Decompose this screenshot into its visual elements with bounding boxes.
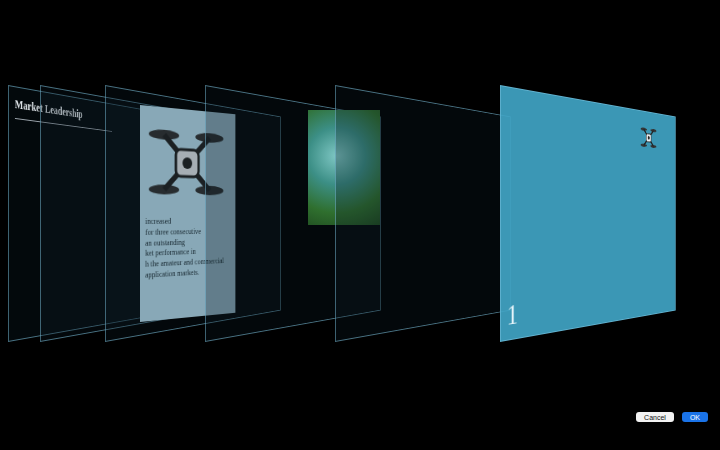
slide-number: 1 bbox=[507, 297, 518, 332]
drone-image bbox=[640, 122, 657, 156]
layer-stage: Market Leadership1increasedfor three con… bbox=[0, 0, 720, 412]
drone-icon bbox=[640, 122, 657, 153]
slide-panel[interactable]: 1 bbox=[500, 85, 676, 342]
ok-button[interactable]: OK bbox=[682, 412, 708, 422]
cancel-button[interactable]: Cancel bbox=[636, 412, 674, 422]
layer-panel[interactable] bbox=[335, 85, 511, 342]
layers-view: Market Leadership1increasedfor three con… bbox=[0, 0, 720, 450]
dialog-buttons: Cancel OK bbox=[0, 412, 720, 450]
